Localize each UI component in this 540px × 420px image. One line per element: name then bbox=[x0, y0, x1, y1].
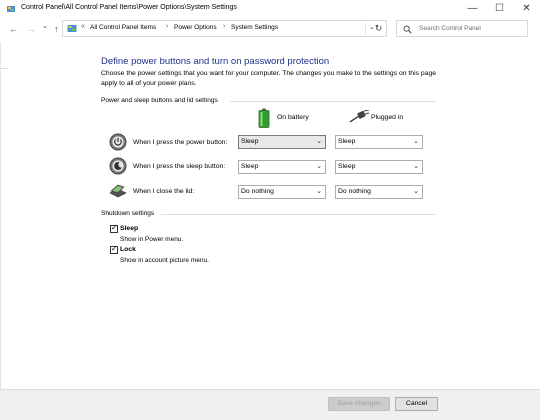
maximize-button[interactable]: ☐ bbox=[486, 0, 513, 18]
lock-checkbox[interactable]: ✓ bbox=[110, 244, 118, 254]
lid-plugged-value: Do nothing bbox=[338, 188, 371, 195]
power-plug-icon bbox=[349, 110, 370, 123]
power-button-plugged-select[interactable]: Sleep ⌄ bbox=[335, 135, 423, 149]
checkmark-icon: ✓ bbox=[111, 223, 118, 232]
left-divider bbox=[0, 68, 8, 69]
button-bar: Save changes Cancel bbox=[0, 389, 540, 420]
section-divider bbox=[230, 101, 436, 102]
title-bar: Control Panel\All Control Panel Items\Po… bbox=[0, 0, 540, 18]
shutdown-section-title: Shutdown settings bbox=[101, 210, 155, 217]
battery-icon bbox=[258, 108, 270, 128]
chevron-down-icon: ⌄ bbox=[413, 138, 419, 145]
lock-checkbox-label[interactable]: Lock bbox=[120, 246, 136, 253]
breadcrumb-system-settings[interactable]: System Settings bbox=[231, 24, 278, 31]
power-section-title: Power and sleep buttons and lid settings bbox=[101, 97, 218, 104]
sleep-button-plugged-select[interactable]: Sleep ⌄ bbox=[335, 160, 423, 174]
sleep-checkbox-description: Show in Power menu. bbox=[120, 236, 184, 243]
checkmark-icon: ✓ bbox=[111, 244, 118, 253]
sleep-button-label: When I press the sleep button: bbox=[133, 163, 226, 170]
chevron-down-icon: ⌄ bbox=[316, 138, 322, 145]
breadcrumb-separator[interactable]: › bbox=[166, 23, 168, 30]
power-button-icon bbox=[109, 133, 127, 151]
refresh-icon[interactable]: ↻ bbox=[371, 21, 386, 36]
on-battery-label: On battery bbox=[277, 114, 309, 121]
left-border bbox=[0, 42, 1, 419]
save-changes-button[interactable]: Save changes bbox=[328, 397, 390, 411]
search-icon bbox=[403, 25, 412, 34]
laptop-lid-icon bbox=[109, 184, 127, 198]
window-title: Control Panel\All Control Panel Items\Po… bbox=[21, 4, 237, 11]
cancel-button[interactable]: Cancel bbox=[395, 397, 438, 411]
sleep-button-plugged-value: Sleep bbox=[338, 163, 356, 170]
forward-arrow-icon[interactable]: → bbox=[27, 23, 36, 35]
control-panel-window: Control Panel\All Control Panel Items\Po… bbox=[0, 0, 540, 420]
lock-checkbox-description: Show in account picture menu. bbox=[120, 257, 209, 264]
sleep-button-battery-select[interactable]: Sleep ⌄ bbox=[238, 160, 326, 174]
chevron-down-icon: ⌄ bbox=[316, 163, 322, 170]
lid-battery-select[interactable]: Do nothing ⌄ bbox=[238, 185, 326, 199]
section-divider bbox=[161, 214, 436, 215]
breadcrumb-separator[interactable]: › bbox=[223, 23, 225, 30]
plugged-in-label: Plugged in bbox=[371, 114, 404, 121]
search-placeholder: Search Control Panel bbox=[419, 24, 481, 32]
lid-label: When I close the lid: bbox=[133, 188, 195, 195]
power-button-plugged-value: Sleep bbox=[338, 138, 356, 145]
sleep-checkbox-label[interactable]: Sleep bbox=[120, 225, 138, 232]
close-button[interactable]: ✕ bbox=[513, 0, 540, 18]
chevron-down-icon: ⌄ bbox=[413, 163, 419, 170]
sleep-checkbox[interactable]: ✓ bbox=[110, 223, 118, 233]
breadcrumb-power-options[interactable]: Power Options bbox=[174, 24, 217, 31]
power-button-battery-select[interactable]: Sleep ⌄ bbox=[238, 135, 326, 149]
sleep-button-battery-value: Sleep bbox=[241, 163, 259, 170]
search-box[interactable]: Search Control Panel bbox=[396, 20, 528, 37]
control-panel-icon bbox=[7, 6, 15, 12]
chevron-down-icon: ⌄ bbox=[413, 188, 419, 195]
lid-battery-value: Do nothing bbox=[241, 188, 274, 195]
lid-plugged-select[interactable]: Do nothing ⌄ bbox=[335, 185, 423, 199]
minimize-button[interactable]: — bbox=[459, 0, 486, 18]
page-title: Define power buttons and turn on passwor… bbox=[101, 56, 330, 67]
recent-locations-icon[interactable]: ⌄ bbox=[42, 21, 48, 33]
sleep-button-icon bbox=[109, 157, 127, 175]
chevron-down-icon: ⌄ bbox=[316, 188, 322, 195]
address-bar[interactable]: « All Control Panel Items › Power Option… bbox=[62, 20, 387, 37]
power-button-label: When I press the power button: bbox=[133, 139, 228, 146]
control-panel-icon bbox=[67, 25, 77, 32]
breadcrumb-all-control-panel-items[interactable]: All Control Panel Items bbox=[90, 24, 156, 31]
up-arrow-icon[interactable]: ↑ bbox=[54, 23, 59, 35]
power-button-battery-value: Sleep bbox=[241, 138, 259, 145]
page-description: Choose the power settings that you want … bbox=[101, 70, 437, 87]
breadcrumb-overflow[interactable]: « bbox=[81, 23, 85, 30]
back-arrow-icon[interactable]: ← bbox=[9, 23, 18, 35]
